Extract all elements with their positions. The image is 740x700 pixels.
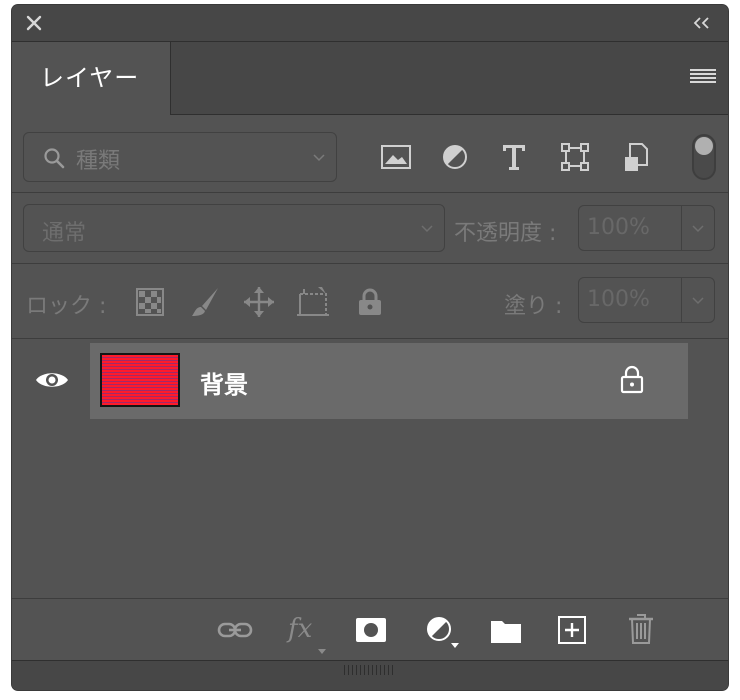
divider <box>12 338 728 339</box>
lock-image-pixels-icon[interactable] <box>188 285 222 319</box>
layers-scrollbar[interactable] <box>688 343 728 598</box>
chevron-down-icon <box>313 154 325 162</box>
lock-position-icon[interactable] <box>242 285 276 319</box>
tab-layers[interactable]: レイヤー <box>12 42 171 115</box>
lock-label: ロック : <box>26 294 107 319</box>
layers-list: 背景 <box>12 340 728 598</box>
panel-menu-icon[interactable] <box>690 66 716 86</box>
layer-row-background[interactable]: 背景 <box>90 343 688 419</box>
adjustment-layer-icon[interactable] <box>425 615 461 649</box>
panel-resize-bar[interactable] <box>12 660 728 690</box>
layer-thumbnail <box>100 353 180 407</box>
adjustment-icon[interactable] <box>441 143 469 171</box>
lock-artboard-icon[interactable] <box>296 285 332 319</box>
mask-icon[interactable] <box>355 617 387 643</box>
resize-grip-icon[interactable] <box>344 665 394 675</box>
type-icon[interactable] <box>500 142 528 172</box>
bottom-toolbar: fx <box>12 598 728 661</box>
fill-value: 100% <box>587 287 650 312</box>
opacity-dropdown-button[interactable] <box>681 205 715 251</box>
blend-mode-value: 通常 <box>42 221 87 246</box>
chevron-down-icon <box>692 297 704 305</box>
filter-kind-select[interactable]: 種類 <box>23 132 337 182</box>
opacity-input[interactable]: 100% <box>578 205 682 251</box>
fx-dropdown-arrow-icon <box>318 649 326 654</box>
double-chevron-left-icon[interactable] <box>692 14 712 32</box>
fx-icon[interactable]: fx <box>288 614 312 644</box>
image-icon[interactable] <box>380 144 412 170</box>
filter-kind-label: 種類 <box>76 149 121 174</box>
fill-dropdown-button[interactable] <box>681 277 715 323</box>
divider <box>12 263 728 264</box>
chevron-down-icon <box>692 225 704 233</box>
opacity-label: 不透明度 : <box>454 221 557 246</box>
shape-icon[interactable] <box>560 142 590 172</box>
layer-lock-icon[interactable] <box>618 365 646 395</box>
close-icon[interactable] <box>24 13 44 33</box>
tab-layers-label: レイヤー <box>40 64 140 92</box>
divider <box>12 192 728 193</box>
folder-icon[interactable] <box>490 618 522 644</box>
lock-transparent-pixels-icon[interactable] <box>136 288 164 316</box>
new-layer-icon[interactable] <box>557 615 587 645</box>
filter-toggle-icon[interactable] <box>691 133 717 181</box>
trash-icon[interactable] <box>627 613 655 645</box>
panel-titlebar <box>12 5 728 42</box>
fill-input[interactable]: 100% <box>578 277 682 323</box>
blend-mode-select[interactable]: 通常 <box>23 204 445 252</box>
link-icon[interactable] <box>217 619 253 641</box>
chevron-down-icon <box>421 225 433 233</box>
lock-all-icon[interactable] <box>356 287 384 317</box>
opacity-value: 100% <box>587 215 650 240</box>
layer-name: 背景 <box>200 371 248 399</box>
smart-object-icon[interactable] <box>622 141 650 173</box>
tab-bar: レイヤー <box>12 42 728 115</box>
visibility-eye-icon[interactable] <box>34 368 70 392</box>
layers-panel: レイヤー 種類 通常 不透明度: 100% ロック: 塗り: 100% 背… <box>12 5 728 690</box>
fill-label: 塗り : <box>504 294 563 319</box>
search-icon <box>44 148 65 169</box>
